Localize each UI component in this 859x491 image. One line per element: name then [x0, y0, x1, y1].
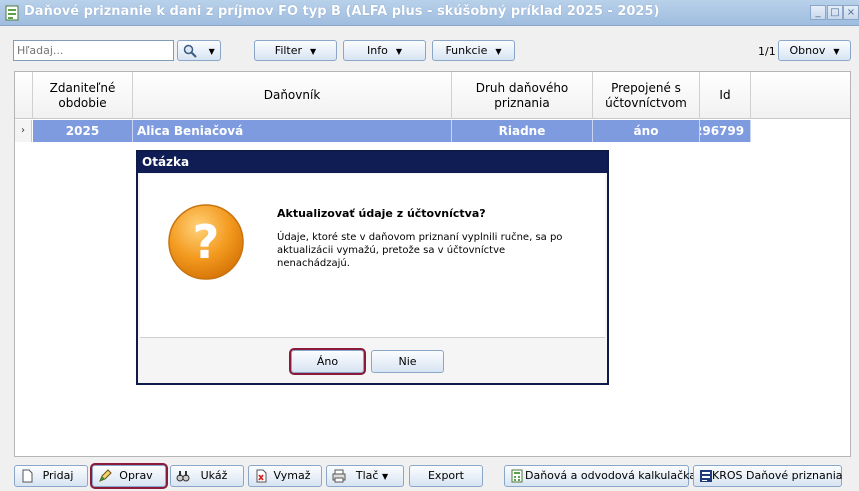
show-label: Ukáž	[200, 469, 228, 482]
cell-id[interactable]: 296799	[700, 120, 751, 142]
row-indicator-icon: ›	[15, 120, 32, 142]
export-button[interactable]: Export	[409, 465, 483, 487]
no-button[interactable]: Nie	[371, 350, 444, 373]
refresh-label: Obnov	[789, 44, 826, 57]
export-label: Export	[427, 469, 464, 482]
chevron-down-icon: ▼	[310, 46, 317, 56]
dialog-question: Aktualizovať údaje z účtovníctva?	[277, 207, 486, 220]
yes-button[interactable]: Áno	[289, 348, 366, 375]
column-header-period[interactable]: Zdaniteľné obdobie	[33, 72, 133, 119]
svg-text:?: ?	[193, 215, 220, 269]
print-button[interactable]: Tlač ▼	[326, 465, 404, 487]
dialog-body: ? Aktualizovať údaje z účtovníctva? Údaj…	[140, 174, 605, 338]
chevron-down-icon: ▼	[208, 46, 215, 56]
chevron-down-icon: ▼	[381, 472, 389, 481]
column-header-type[interactable]: Druh daňového priznania	[452, 72, 593, 119]
chevron-down-icon: ▼	[395, 46, 402, 56]
table-row[interactable]: › 2025 Alica Beniačová Riadne áno 296799	[15, 120, 850, 142]
dialog-message: Údaje, ktoré ste v daňovom priznaní vypl…	[277, 232, 563, 269]
title-bar: Daňové priznanie k dani z príjmov FO typ…	[0, 0, 859, 26]
chevron-down-icon: ▼	[495, 46, 502, 56]
search-input[interactable]	[13, 40, 174, 61]
close-button[interactable]: ×	[843, 5, 859, 20]
window-title: Daňové priznanie k dani z príjmov FO typ…	[24, 4, 660, 19]
question-icon: ?	[168, 204, 244, 280]
column-header-linked[interactable]: Prepojené s účtovníctvom	[593, 72, 700, 119]
print-label-text: Tlač	[355, 469, 379, 482]
search-icon	[183, 44, 197, 58]
toolbar: ▼ Filter ▼ Info ▼ Funkcie ▼ 1/1 Obnov ▼	[0, 26, 859, 71]
refresh-button[interactable]: Obnov ▼	[778, 40, 851, 61]
minimize-button[interactable]: _	[810, 5, 826, 20]
column-header-taxpayer[interactable]: Daňovník	[133, 72, 452, 119]
kros-button[interactable]: KROS Daňové priznania	[693, 465, 843, 487]
maximize-button[interactable]: □	[827, 5, 843, 20]
kros-label: KROS Daňové priznania	[712, 469, 843, 482]
delete-label: Vymaž	[273, 469, 311, 482]
page-count: 1/1	[758, 45, 776, 58]
edit-label: Oprav	[119, 469, 153, 482]
delete-button[interactable]: Vymaž	[248, 465, 322, 487]
show-button[interactable]: Ukáž	[170, 465, 244, 487]
edit-button[interactable]: Oprav	[90, 463, 168, 489]
cell-linked[interactable]: áno	[593, 120, 700, 142]
print-label: Tlač ▼	[327, 466, 403, 487]
chevron-down-icon: ▼	[833, 46, 840, 56]
filter-label: Filter	[274, 44, 303, 57]
calculator-label: Daňová a odvodová kalkulačka	[525, 469, 697, 482]
search-button[interactable]: ▼	[177, 40, 221, 61]
info-label: Info	[367, 44, 388, 57]
question-dialog: Otázka ? Aktualizovať údaje z účtovníctv…	[136, 150, 609, 385]
bottom-toolbar: Pridaj Oprav Ukáž Vymaž Tlač ▼ Export Da…	[0, 460, 859, 491]
app-icon	[5, 5, 19, 21]
functions-label: Funkcie	[445, 44, 488, 57]
cell-type[interactable]: Riadne	[452, 120, 593, 142]
cell-period[interactable]: 2025	[33, 120, 133, 142]
dialog-title: Otázka	[138, 152, 607, 173]
column-header-id[interactable]: Id	[700, 72, 751, 119]
header-corner	[15, 72, 33, 119]
calculator-button[interactable]: Daňová a odvodová kalkulačka	[504, 465, 697, 487]
functions-button[interactable]: Funkcie ▼	[432, 40, 515, 61]
add-label: Pridaj	[42, 469, 74, 482]
add-button[interactable]: Pridaj	[14, 465, 88, 487]
filter-button[interactable]: Filter ▼	[254, 40, 337, 61]
grid-header: Zdaniteľné obdobie Daňovník Druh daňovéh…	[15, 72, 850, 119]
info-button[interactable]: Info ▼	[343, 40, 426, 61]
cell-taxpayer[interactable]: Alica Beniačová	[133, 120, 452, 142]
